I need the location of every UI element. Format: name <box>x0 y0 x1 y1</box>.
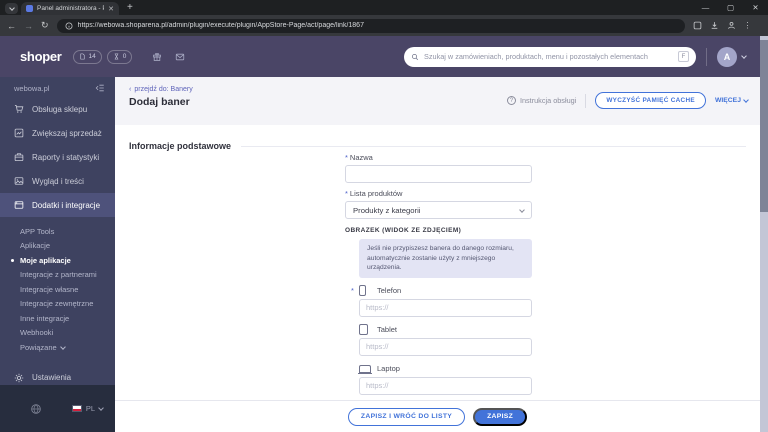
poland-flag-icon <box>71 405 82 412</box>
chevron-down-icon <box>59 343 66 350</box>
language-selector[interactable]: PL <box>71 404 104 413</box>
reload-icon[interactable]: ↻ <box>41 20 49 31</box>
briefcase-icon <box>14 152 24 162</box>
form-column: * Nazwa * Lista produktów Produkty z kateg… <box>345 153 532 400</box>
main-content: ‹ przejdź do: Banery Dodaj baner ? Instr… <box>115 77 760 432</box>
question-icon: ? <box>506 96 516 105</box>
browser-tab[interactable]: Panel administratora - Panel Ad ✕ <box>21 2 119 15</box>
tab-close-icon[interactable]: ✕ <box>108 5 114 13</box>
device-label-phone: * Telefon <box>351 284 402 296</box>
more-button[interactable]: WIĘCEJ <box>715 97 749 104</box>
chart-icon <box>14 128 24 138</box>
close-icon[interactable]: ✕ <box>743 0 768 15</box>
hourglass-icon <box>113 53 120 60</box>
address-bar[interactable]: https://webowa.shoparena.pl/admin/plugin… <box>56 18 685 33</box>
tab-search-button[interactable] <box>5 3 18 14</box>
language-chevron-down-icon <box>98 405 104 411</box>
search-shortcut-key: F <box>678 51 689 62</box>
shop-name[interactable]: webowa.pl <box>14 84 49 93</box>
collapse-sidebar-icon[interactable] <box>95 83 105 93</box>
name-input[interactable] <box>345 165 532 183</box>
profile-icon[interactable] <box>727 21 736 30</box>
sidebar-item-cart[interactable]: Obsługa sklepu <box>0 97 115 121</box>
gift-icon[interactable] <box>152 52 162 62</box>
site-info-icon[interactable] <box>65 22 73 30</box>
sidebar: webowa.pl Obsługa sklepu Zwiększaj sprze… <box>0 77 115 432</box>
sidebar-item-image[interactable]: Wygląd i treści <box>0 169 115 193</box>
download-icon[interactable] <box>710 21 719 30</box>
sidebar-footer: PL <box>0 385 115 432</box>
page-header: ‹ przejdź do: Banery Dodaj baner ? Instr… <box>115 77 760 125</box>
sidebar-nav: Obsługa sklepu Zwiększaj sprzedaż Raport… <box>0 97 115 217</box>
chevron-left-icon: ‹ <box>129 86 132 93</box>
phone-icon <box>359 284 366 296</box>
menu-dots-icon[interactable]: ⋮ <box>744 21 752 30</box>
avatar[interactable]: A <box>717 46 737 67</box>
globe-icon[interactable] <box>30 403 42 415</box>
sidebar-item-plugin[interactable]: Dodatki i integracje <box>0 193 115 217</box>
gear-icon <box>14 373 24 383</box>
device-label-laptop: Laptop <box>358 363 532 375</box>
forward-icon[interactable]: → <box>24 21 33 31</box>
sidebar-subitem[interactable]: Webhooki <box>20 326 115 341</box>
mail-icon[interactable] <box>175 52 185 62</box>
tablet-icon <box>359 323 368 335</box>
minimize-icon[interactable]: — <box>693 0 718 15</box>
sidebar-item-chart[interactable]: Zwiększaj sprzedaż <box>0 121 115 145</box>
global-search[interactable]: F <box>404 46 696 67</box>
banner-url-input-tablet[interactable] <box>359 337 532 356</box>
sidebar-item-briefcase[interactable]: Raporty i statystyki <box>0 145 115 169</box>
scrollbar-thumb[interactable] <box>760 40 768 212</box>
document-icon <box>79 53 86 60</box>
banner-url-input-phone[interactable] <box>359 298 532 317</box>
product-list-label: * Lista produktów <box>345 189 403 198</box>
more-chevron-down-icon <box>743 97 749 103</box>
select-chevron-down-icon <box>519 206 525 213</box>
search-icon <box>411 53 419 61</box>
name-label: * Nazwa <box>345 153 373 162</box>
browser-toolbar: ← → ↻ https://webowa.shoparena.pl/admin/… <box>0 15 768 36</box>
plugin-icon <box>14 200 24 210</box>
form-card: Informacje podstawowe * Nazwa * Lista prod… <box>115 125 760 400</box>
sidebar-subitem[interactable]: Integracje własne <box>20 282 115 297</box>
sidebar-subitem[interactable]: Integracje z partnerami <box>20 268 115 283</box>
help-link[interactable]: ? Instrukcja obsługi <box>506 96 576 105</box>
product-list-select[interactable]: Produkty z kategorii <box>345 201 532 219</box>
sidebar-subitem[interactable]: Aplikacje <box>20 239 115 254</box>
sidebar-subitem[interactable]: Powiązane <box>20 340 115 355</box>
url-text: https://webowa.shoparena.pl/admin/plugin… <box>77 22 364 29</box>
cart-icon <box>14 104 24 114</box>
account-chevron-down-icon[interactable] <box>741 53 747 59</box>
search-input[interactable] <box>424 52 673 61</box>
maximize-icon[interactable]: ▢ <box>718 0 743 15</box>
clear-cache-button[interactable]: WYCZYŚĆ PAMIĘĆ CACHE <box>595 92 706 109</box>
device-label-tablet: Tablet <box>359 323 532 335</box>
page-scrollbar[interactable] <box>760 36 768 432</box>
image-icon <box>14 176 24 186</box>
sidebar-subitem[interactable]: Integracje zewnętrzne <box>20 297 115 312</box>
sidebar-subitem[interactable]: Inne integracje <box>20 311 115 326</box>
laptop-icon <box>358 364 372 375</box>
new-tab-button[interactable]: + <box>127 1 133 14</box>
save-and-back-button[interactable]: ZAPISZ I WRÓĆ DO LISTY <box>347 407 466 426</box>
pending-badge[interactable]: 0 <box>106 49 133 64</box>
tab-title: Panel administratora - Panel Ad <box>37 5 104 12</box>
image-section-label: OBRAZEK (WIDOK ZE ZDJĘCIEM) <box>345 227 462 234</box>
app-header: shoper 14 0 F A <box>0 36 760 77</box>
info-box: Jeśli nie przypiszesz banera do danego r… <box>359 239 532 278</box>
banner-url-input-laptop[interactable] <box>359 376 532 395</box>
sidebar-subnav: APP Tools Aplikacje Moje aplikacje Integ… <box>0 217 115 355</box>
section-title: Informacje podstawowe <box>129 141 232 151</box>
side-panel-icon[interactable] <box>693 21 702 30</box>
shoper-logo[interactable]: shoper <box>20 49 62 64</box>
back-icon[interactable]: ← <box>7 21 16 31</box>
orders-badge[interactable]: 14 <box>72 49 102 64</box>
sidebar-subitem[interactable]: APP Tools <box>20 224 115 239</box>
action-bar: ZAPISZ I WRÓĆ DO LISTY ZAPISZ <box>115 400 760 432</box>
device-fields: * Telefon Tablet Laptop Desktop <box>351 284 532 400</box>
save-button[interactable]: ZAPISZ <box>473 407 528 426</box>
favicon <box>26 5 33 12</box>
sidebar-subitem[interactable]: Moje aplikacje <box>11 253 115 268</box>
browser-tab-bar: Panel administratora - Panel Ad ✕ + — ▢ … <box>0 0 768 15</box>
